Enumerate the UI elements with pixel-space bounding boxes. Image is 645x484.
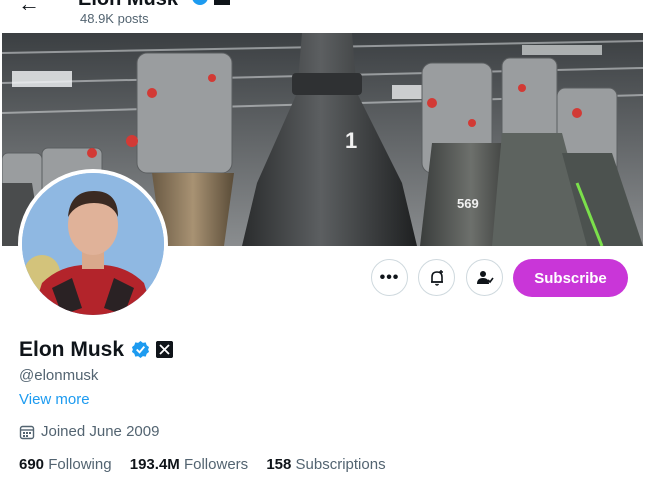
following-label: Following [48, 456, 112, 473]
notification-bell-icon [430, 269, 443, 286]
profile-handle: @elonmusk [19, 367, 99, 384]
verified-badge-icon[interactable] [131, 340, 150, 359]
posts-count: 48.9K posts [80, 11, 149, 26]
followers-stat[interactable]: 193.4M Followers [130, 456, 248, 473]
calendar-icon [19, 425, 35, 439]
joined-date: Joined June 2009 [19, 423, 159, 440]
subscribe-button[interactable]: Subscribe [513, 259, 628, 297]
engine-label-2: 569 [457, 196, 479, 211]
following-count: 690 [19, 456, 45, 473]
followers-label: Followers [183, 456, 249, 473]
subscriptions-stat[interactable]: 158 Subscriptions [266, 456, 385, 473]
engine-label-1: 1 [345, 128, 357, 153]
following-person-icon [476, 270, 494, 284]
subscriptions-label: Subscriptions [295, 456, 386, 473]
header-title: Elon Musk [78, 0, 178, 11]
x-logo-icon [156, 341, 173, 358]
more-options-button[interactable]: ••• [371, 259, 408, 296]
profile-name: Elon Musk [19, 338, 125, 361]
view-more-link[interactable]: View more [19, 391, 90, 408]
x-logo-icon [214, 0, 230, 5]
top-bar: ← Elon Musk 48.9K posts [0, 0, 645, 32]
followers-count: 193.4M [129, 456, 180, 473]
profile-stats: 690 Following 193.4M Followers 158 Subsc… [19, 456, 400, 473]
verified-badge-icon [192, 0, 208, 5]
following-button[interactable] [466, 259, 503, 296]
subscriptions-count: 158 [266, 456, 292, 473]
back-arrow-icon[interactable]: ← [18, 0, 40, 16]
avatar[interactable] [18, 169, 168, 319]
notification-bell-button[interactable] [418, 259, 455, 296]
joined-text: Joined June 2009 [41, 423, 160, 440]
following-stat[interactable]: 690 Following [19, 456, 112, 473]
